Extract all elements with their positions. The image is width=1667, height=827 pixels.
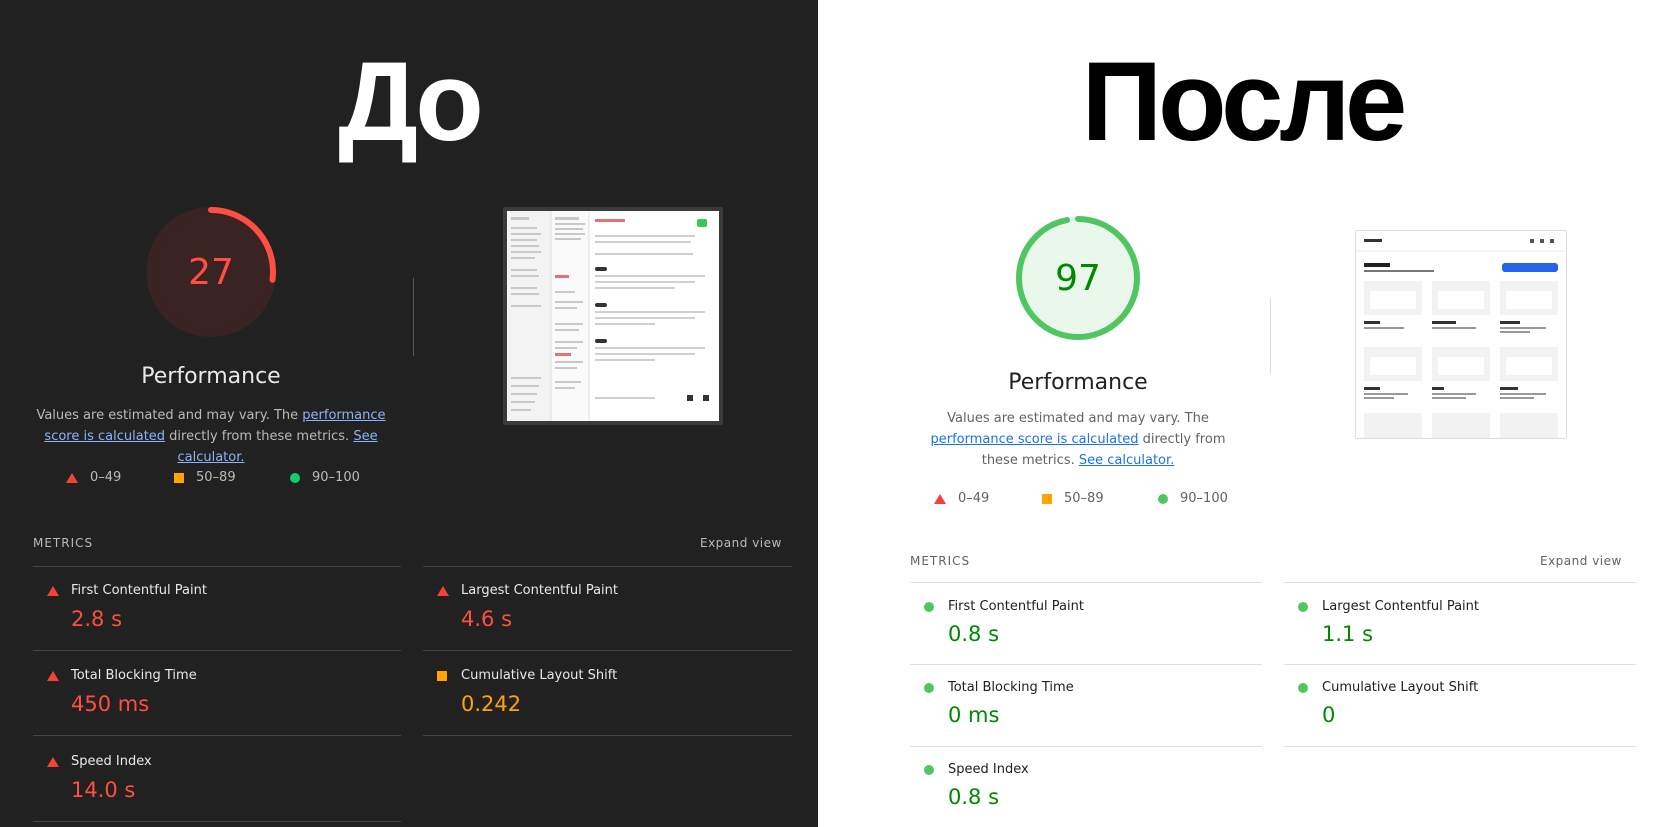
pass-circle-icon [924, 683, 934, 693]
after-expand-view-button[interactable]: Expand view [1540, 554, 1622, 568]
after-heading: После [1081, 39, 1408, 164]
divider [910, 664, 1262, 665]
divider [1284, 664, 1636, 665]
after-page-screenshot [1355, 230, 1567, 439]
before-page-screenshot [503, 207, 723, 425]
fail-triangle-icon [47, 671, 59, 681]
triangle-icon [66, 472, 78, 483]
after-performance-score-link[interactable]: performance score is calculated [930, 432, 1138, 447]
before-score-gauge: 27 [145, 206, 277, 338]
before-description: Values are estimated and may vary. The p… [36, 408, 386, 465]
divider [423, 735, 792, 736]
divider [423, 566, 792, 567]
before-score-value: 27 [188, 251, 234, 293]
before-vertical-divider [413, 278, 414, 356]
divider [33, 566, 401, 567]
after-metric-si: Speed Index 0.8 s [910, 759, 1262, 823]
before-metric-fcp: First Contentful Paint 2.8 s [33, 580, 401, 650]
divider [33, 821, 401, 822]
before-expand-view-button[interactable]: Expand view [700, 536, 782, 550]
square-icon [1042, 493, 1052, 504]
after-metric-cls: Cumulative Layout Shift 0 [1284, 677, 1636, 747]
before-legend: 0–49 50–89 90–100 [66, 470, 360, 485]
page-preview-image [507, 211, 719, 421]
legend-pass: 90–100 [290, 470, 360, 485]
triangle-icon [934, 493, 946, 504]
after-panel: После 97 Performance Values are estimate… [818, 0, 1667, 827]
fail-triangle-icon [47, 586, 59, 596]
fail-triangle-icon [437, 586, 449, 596]
before-metrics-label: METRICS [33, 536, 94, 550]
divider [1284, 746, 1636, 747]
after-score-value: 97 [1055, 257, 1101, 299]
before-performance-label: Performance [141, 364, 281, 389]
circle-icon [290, 472, 300, 483]
before-metric-tbt: Total Blocking Time 450 ms [33, 665, 401, 735]
legend-pass: 90–100 [1158, 491, 1228, 506]
after-metrics-label: METRICS [910, 554, 971, 568]
after-metric-lcp: Largest Contentful Paint 1.1 s [1284, 596, 1636, 666]
legend-average: 50–89 [1042, 491, 1158, 506]
circle-icon [1158, 493, 1168, 504]
after-performance-label: Performance [1008, 370, 1148, 395]
legend-fail: 0–49 [934, 491, 1042, 506]
after-vertical-divider [1270, 298, 1271, 374]
square-icon [174, 472, 184, 483]
average-square-icon [437, 671, 447, 681]
divider [910, 746, 1262, 747]
divider [423, 650, 792, 651]
legend-average: 50–89 [174, 470, 290, 485]
pass-circle-icon [924, 765, 934, 775]
before-metric-lcp: Largest Contentful Paint 4.6 s [423, 580, 792, 650]
after-description: Values are estimated and may vary. The p… [930, 411, 1226, 468]
page-preview-image [1356, 231, 1566, 438]
before-heading: До [338, 39, 484, 164]
divider [910, 582, 1262, 583]
fail-triangle-icon [47, 757, 59, 767]
pass-circle-icon [924, 602, 934, 612]
divider [33, 735, 401, 736]
before-metric-cls: Cumulative Layout Shift 0.242 [423, 665, 792, 735]
pass-circle-icon [1298, 602, 1308, 612]
before-metric-si: Speed Index 14.0 s [33, 751, 401, 821]
after-metric-fcp: First Contentful Paint 0.8 s [910, 596, 1262, 666]
legend-fail: 0–49 [66, 470, 174, 485]
after-metric-tbt: Total Blocking Time 0 ms [910, 677, 1262, 747]
after-legend: 0–49 50–89 90–100 [934, 491, 1228, 506]
divider [1284, 582, 1636, 583]
before-panel: До 27 Performance Values are estimated a… [0, 0, 818, 827]
after-score-gauge: 97 [1015, 215, 1141, 341]
pass-circle-icon [1298, 683, 1308, 693]
divider [33, 650, 401, 651]
after-see-calculator-link[interactable]: See calculator. [1079, 453, 1174, 468]
